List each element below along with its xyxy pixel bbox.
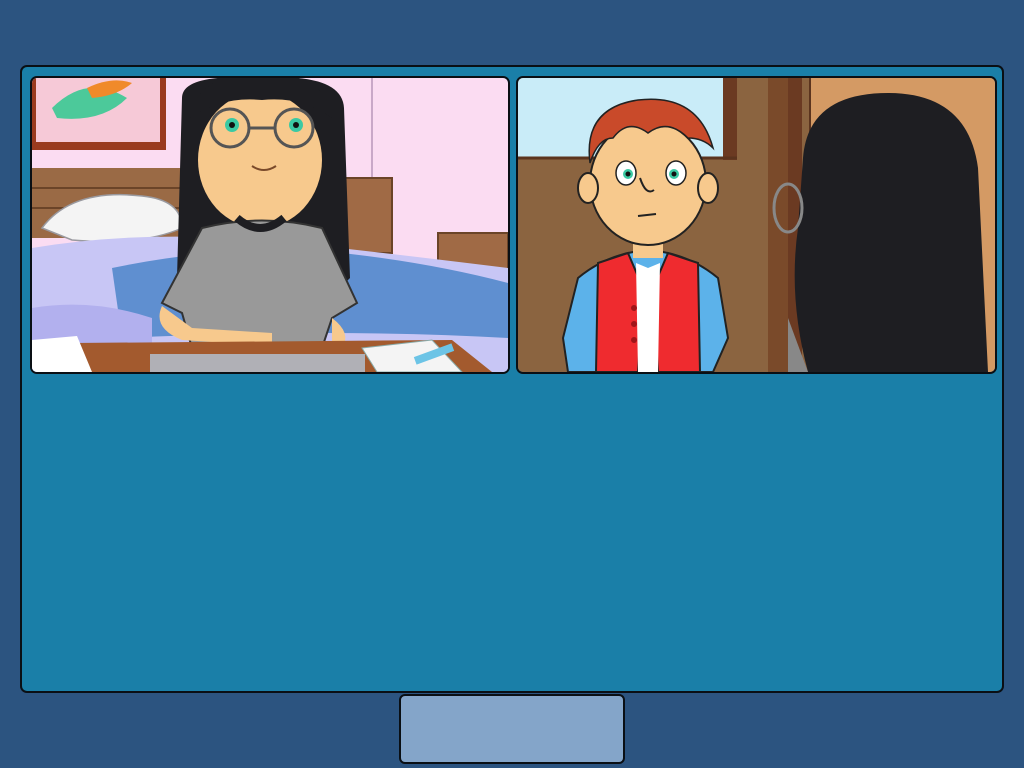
comic-panel-left <box>30 76 510 374</box>
comic-panel-right <box>516 76 997 374</box>
comic-stage <box>20 65 1004 693</box>
continue-button[interactable] <box>399 694 625 764</box>
boy-in-doorway-illustration <box>518 78 995 372</box>
girl-at-desk-illustration <box>32 78 508 372</box>
dialogue-area <box>42 387 982 671</box>
